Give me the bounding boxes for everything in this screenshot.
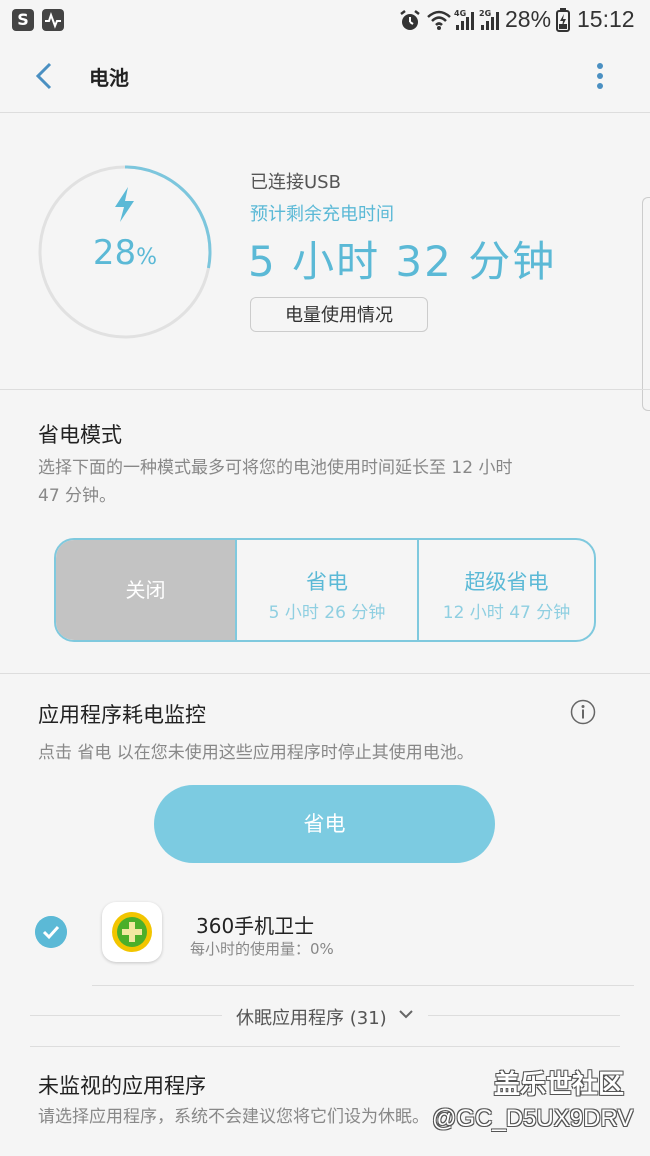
mode-off-label: 关闭 [125, 578, 166, 602]
mode-power-saving-label: 省电 [306, 570, 348, 594]
mode-ultra-saving-duration: 12 小时 47 分钟 [442, 603, 571, 623]
usb-status: 已连接USB [250, 172, 341, 193]
mode-ultra-saving-button[interactable]: 超级省电 12 小时 47 分钟 [417, 540, 594, 640]
charging-bolt-icon [115, 187, 134, 222]
app-monitor-title: 应用程序耗电监控 [38, 703, 206, 727]
mode-ultra-saving-label: 超级省电 [464, 570, 549, 594]
divider [30, 1015, 222, 1016]
battery-percent-value: 28 [92, 233, 137, 273]
signal-2g-icon: 2G [479, 7, 503, 35]
activity-icon [42, 9, 64, 31]
app-checkbox[interactable] [35, 916, 67, 948]
app-monitor-description: 点击 省电 以在您未使用这些应用程序时停止其使用电池。 [38, 743, 474, 763]
chevron-down-icon[interactable] [398, 1006, 414, 1022]
power-saving-title: 省电模式 [38, 423, 122, 447]
mode-power-saving-button[interactable]: 省电 5 小时 26 分钟 [235, 540, 417, 640]
battery-percent: 28% [70, 233, 180, 273]
clock: 15:12 [577, 6, 635, 32]
mode-off-button[interactable]: 关闭 [56, 540, 235, 640]
battery-percent-status: 28% [505, 6, 552, 32]
battery-percent-unit: % [136, 245, 158, 270]
more-options-button[interactable] [588, 58, 612, 94]
save-power-button[interactable]: 省电 [154, 785, 495, 863]
unmonitored-apps-description: 请选择应用程序，系统不会建议您将它们设为休眠。 [38, 1107, 429, 1127]
signal-2g-label: 2G [479, 9, 491, 18]
divider [92, 985, 634, 986]
sleeping-apps-toggle[interactable]: 休眠应用程序 (31) [236, 1004, 387, 1030]
divider [30, 1046, 620, 1047]
battery-usage-button[interactable]: 电量使用情况 [250, 297, 428, 332]
divider [428, 1015, 620, 1016]
app-360-icon [102, 902, 162, 962]
page-title: 电池 [89, 66, 129, 90]
scroll-indicator[interactable] [642, 197, 650, 411]
info-icon[interactable] [570, 699, 596, 725]
power-saving-description: 选择下面的一种模式最多可将您的电池使用时间延长至 12 小时 47 分钟。 [38, 458, 513, 506]
back-arrow-icon [35, 62, 52, 90]
divider [0, 673, 650, 674]
app-usage: 每小时的使用量：0% [190, 940, 334, 958]
remaining-time: 5 小时 32 分钟 [248, 237, 557, 286]
power-mode-selector: 关闭 省电 5 小时 26 分钟 超级省电 12 小时 47 分钟 [54, 538, 596, 642]
divider [0, 389, 650, 390]
mode-power-saving-duration: 5 小时 26 分钟 [268, 603, 386, 623]
alarm-icon [398, 9, 422, 37]
wifi-icon [426, 9, 452, 35]
watermark-user: @GC_D5UX9DRV [432, 1105, 634, 1132]
watermark-community: 盖乐世社区 [494, 1070, 625, 1100]
signal-4g-label: 4G [454, 9, 466, 18]
remaining-label: 预计剩余充电时间 [250, 204, 394, 225]
status-bar: S 4G 2G 28% 15:12 [0, 0, 650, 42]
app-bar: 电池 [0, 42, 650, 113]
battery-charging-icon [556, 8, 570, 36]
signal-4g-icon: 4G [454, 7, 478, 35]
unmonitored-apps-title[interactable]: 未监视的应用程序 [38, 1070, 206, 1100]
back-button[interactable] [28, 58, 64, 94]
app-name: 360手机卫士 [196, 914, 315, 938]
sogou-icon: S [12, 9, 34, 31]
